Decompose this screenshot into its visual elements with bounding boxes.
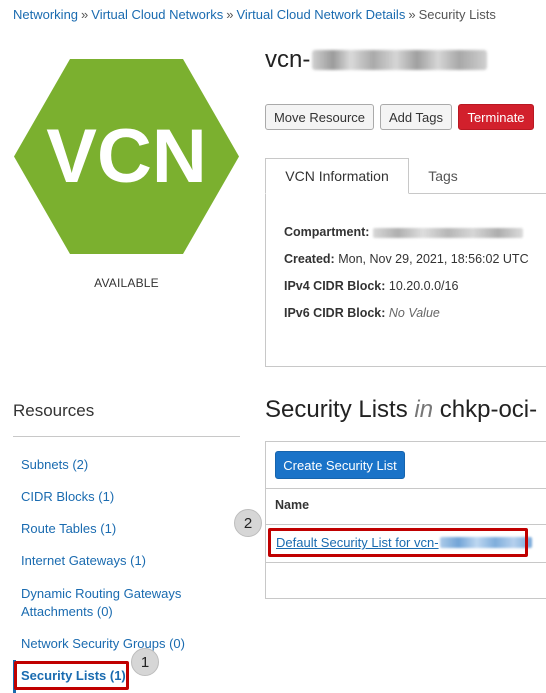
info-ipv6: IPv6 CIDR Block: No Value (284, 306, 440, 320)
created-label: Created: (284, 252, 335, 266)
resource-drg-attachments[interactable]: Dynamic Routing Gateways Attachments (0) (21, 585, 201, 621)
vcn-status: AVAILABLE (94, 276, 159, 290)
table-header-bottom-rule (266, 524, 546, 525)
in-label: in (414, 396, 434, 423)
breadcrumb-current: Security Lists (418, 7, 496, 22)
resource-cidr-blocks[interactable]: CIDR Blocks (1) (21, 488, 114, 506)
resource-internet-gateways[interactable]: Internet Gateways (1) (21, 552, 146, 570)
info-ipv4: IPv4 CIDR Block: 10.20.0.0/16 (284, 279, 458, 293)
created-value: Mon, Nov 29, 2021, 18:56:02 UTC (338, 252, 529, 266)
redacted-compartment[interactable] (372, 227, 523, 238)
vcn-name-prefix: vcn- (265, 46, 311, 73)
ipv6-value: No Value (388, 306, 440, 320)
breadcrumb-vcn-details[interactable]: Virtual Cloud Network Details (236, 7, 405, 22)
redacted-vcn-name (312, 50, 488, 70)
breadcrumb: Networking» Virtual Cloud Networks» Virtua… (13, 7, 496, 22)
column-header-name[interactable]: Name (275, 498, 309, 512)
terminate-button[interactable]: Terminate (458, 104, 534, 130)
vcn-logo-text: VCN (46, 114, 206, 199)
callout-2: 2 (234, 509, 262, 537)
ipv6-label: IPv6 CIDR Block: (284, 306, 386, 320)
table-row-rule (266, 562, 546, 563)
tab-vcn-information[interactable]: VCN Information (265, 158, 409, 194)
highlight-box-security-list-link (268, 528, 528, 557)
resource-subnets[interactable]: Subnets (2) (21, 456, 88, 474)
highlight-box-security-lists-resource (14, 661, 129, 690)
resource-network-security-groups[interactable]: Network Security Groups (0) (21, 635, 185, 653)
resources-divider (13, 436, 240, 437)
security-lists-heading: Security Lists (265, 396, 408, 423)
info-compartment: Compartment: (284, 225, 523, 239)
table-header-top-rule (266, 488, 546, 489)
ipv4-value: 10.20.0.0/16 (388, 279, 459, 293)
breadcrumb-networking[interactable]: Networking (13, 7, 78, 22)
resources-title: Resources (13, 401, 95, 420)
tab-tags[interactable]: Tags (410, 158, 476, 193)
move-resource-button[interactable]: Move Resource (265, 104, 374, 130)
breadcrumb-separator: » (81, 7, 89, 22)
compartment-name: chkp-oci- (439, 396, 538, 423)
breadcrumb-separator: » (226, 7, 234, 22)
breadcrumb-virtual-cloud-networks[interactable]: Virtual Cloud Networks (91, 7, 223, 22)
vcn-logo-icon: VCN (14, 59, 239, 254)
security-lists-title: Security Lists in chkp-oci- (265, 396, 537, 424)
compartment-label: Compartment: (284, 225, 370, 239)
resource-route-tables[interactable]: Route Tables (1) (21, 520, 116, 538)
add-tags-button[interactable]: Add Tags (380, 104, 452, 130)
callout-1: 1 (131, 648, 159, 676)
create-security-list-button[interactable]: Create Security List (275, 451, 405, 479)
info-created: Created: Mon, Nov 29, 2021, 18:56:02 UTC (284, 252, 529, 266)
breadcrumb-separator: » (408, 7, 416, 22)
ipv4-label: IPv4 CIDR Block: (284, 279, 386, 293)
page-title: vcn- (265, 46, 488, 74)
